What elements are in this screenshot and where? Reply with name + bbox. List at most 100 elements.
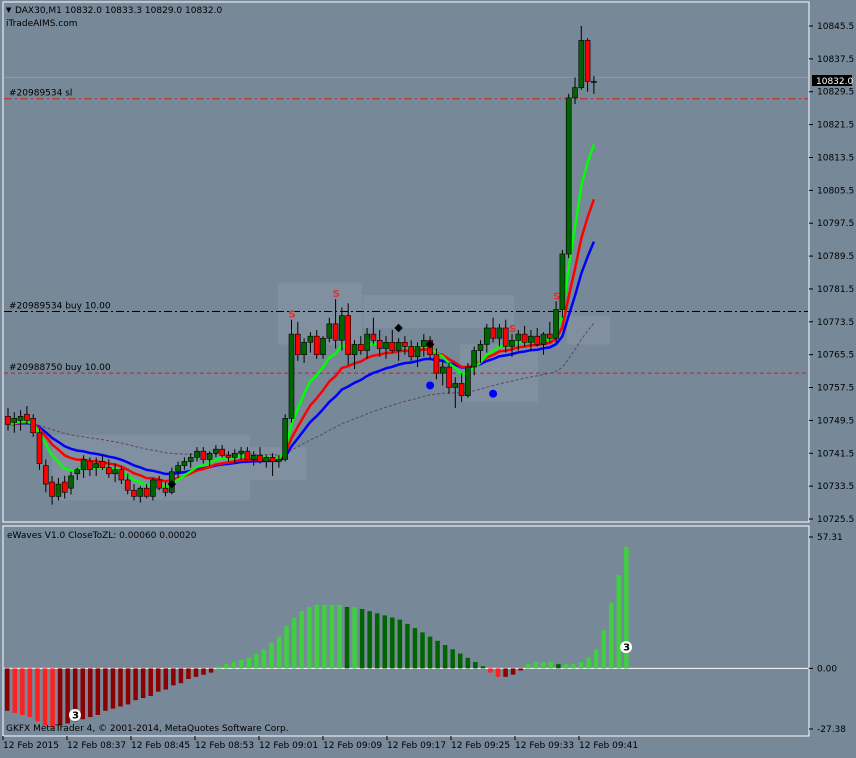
- candle-body: [80, 459, 87, 471]
- sell-signal-marker: S: [509, 324, 516, 335]
- time-axis: 12 Feb 2015 12 Feb 08:37 12 Feb 08:45 12 Fe…: [2, 736, 638, 751]
- histogram-bar: [208, 668, 214, 673]
- candle-body: [68, 475, 74, 489]
- candle-body: [131, 489, 137, 497]
- time-tick-label: 12 Feb 09:33: [515, 741, 574, 751]
- candle-body: [458, 383, 465, 397]
- price-tick-label: 10733.5: [817, 482, 854, 492]
- time-tick-label: 12 Feb 2015: [3, 741, 59, 751]
- histogram-bar: [254, 653, 259, 669]
- histogram-bar: [20, 668, 25, 715]
- indicator-tick-label: 0.00: [817, 664, 837, 674]
- price-tick-label: 10725.5: [817, 515, 854, 525]
- candle-body: [36, 432, 43, 464]
- histogram-bar: [563, 664, 569, 669]
- candle-body: [345, 315, 352, 355]
- sell-signal-marker: S: [289, 310, 296, 321]
- candle-body: [11, 418, 18, 423]
- histogram-bar: [223, 664, 229, 669]
- candle-body: [175, 465, 181, 473]
- histogram-bar: [503, 668, 508, 677]
- candle-body: [55, 483, 62, 497]
- candle-body: [225, 455, 232, 458]
- histogram-bar: [322, 604, 327, 669]
- candle-body: [540, 333, 547, 345]
- histogram-bar: [390, 617, 395, 669]
- histogram-bar: [110, 668, 116, 709]
- candle-body: [339, 315, 345, 341]
- histogram-bar: [480, 666, 486, 669]
- histogram-bar: [510, 668, 516, 675]
- candle-body: [269, 457, 276, 462]
- histogram-bar: [118, 668, 123, 707]
- dropdown-arrow-icon[interactable]: ▼: [6, 6, 12, 14]
- indicator-axis: 57.31 0.00 -27.38: [809, 533, 846, 735]
- candle-body: [137, 487, 144, 497]
- candle-body: [420, 339, 427, 347]
- histogram-bar: [488, 668, 493, 673]
- histogram-bar: [465, 657, 471, 669]
- candle-body: [559, 253, 566, 310]
- histogram-bar: [307, 606, 312, 669]
- histogram-bar: [156, 668, 161, 692]
- candle-body: [584, 40, 591, 82]
- candle-body: [490, 327, 496, 339]
- histogram-bar: [216, 666, 221, 669]
- candle-body: [219, 448, 225, 456]
- candle-body: [42, 465, 49, 485]
- histogram-bar: [344, 606, 350, 669]
- candle-body: [276, 459, 282, 462]
- candle-body: [250, 455, 257, 460]
- histogram-bar: [473, 662, 478, 669]
- sell-signal-marker: S: [553, 291, 560, 302]
- candle-body: [288, 333, 295, 419]
- candle-body: [61, 481, 68, 493]
- histogram-bar: [42, 668, 48, 726]
- candle-body: [150, 479, 156, 497]
- candle-body: [162, 487, 169, 493]
- histogram-bar: [284, 625, 289, 669]
- time-tick-label: 12 Feb 08:37: [67, 741, 126, 751]
- candle-body: [509, 339, 515, 347]
- sell-signal-marker: S: [333, 289, 340, 300]
- price-tick-label: 10749.5: [817, 416, 854, 426]
- candle-body: [257, 455, 263, 462]
- indicator-tick-label: 57.31: [817, 533, 843, 543]
- price-tick-label: 10821.5: [817, 121, 854, 131]
- histogram-bar: [352, 606, 357, 669]
- candle-body: [546, 333, 553, 339]
- histogram-bar: [616, 575, 622, 669]
- price-tick-label: 10797.5: [817, 219, 854, 229]
- histogram-bar: [397, 619, 403, 669]
- price-tick-label: 10813.5: [817, 153, 854, 163]
- candle-body: [181, 461, 188, 466]
- candle-body: [112, 469, 118, 475]
- histogram-bar: [88, 668, 93, 718]
- candle-body: [376, 339, 383, 349]
- candle-body: [194, 450, 200, 458]
- histogram-bar: [95, 668, 101, 715]
- order-line-label: #20988750 buy 10.00: [9, 363, 111, 373]
- histogram-bar: [5, 668, 10, 711]
- candle-body: [332, 323, 339, 341]
- histogram-bar: [269, 642, 274, 669]
- candle-body: [232, 452, 238, 458]
- chart-canvas[interactable]: #20989534 sl #20989534 buy 10.00 #20988750…: [0, 0, 856, 754]
- candle-body: [414, 346, 421, 358]
- histogram-bar: [57, 668, 63, 726]
- candle-body: [452, 383, 459, 388]
- candle-body: [307, 335, 314, 343]
- histogram-bar: [299, 611, 304, 669]
- histogram-bar: [50, 668, 55, 728]
- candle-body: [200, 450, 207, 460]
- footer-copyright: GKFX MetaTrader 4, © 2001-2014, MetaQuot…: [6, 724, 289, 734]
- histogram-bar: [103, 668, 108, 711]
- candle-body: [446, 366, 452, 388]
- histogram-bar: [609, 602, 614, 669]
- order-line-label: #20989534 buy 10.00: [9, 302, 111, 312]
- histogram-bar: [12, 668, 18, 713]
- histogram-bar: [435, 640, 440, 669]
- price-tick-label: 10741.5: [817, 449, 854, 459]
- time-tick-label: 12 Feb 08:53: [195, 741, 254, 751]
- histogram-bar: [148, 668, 153, 696]
